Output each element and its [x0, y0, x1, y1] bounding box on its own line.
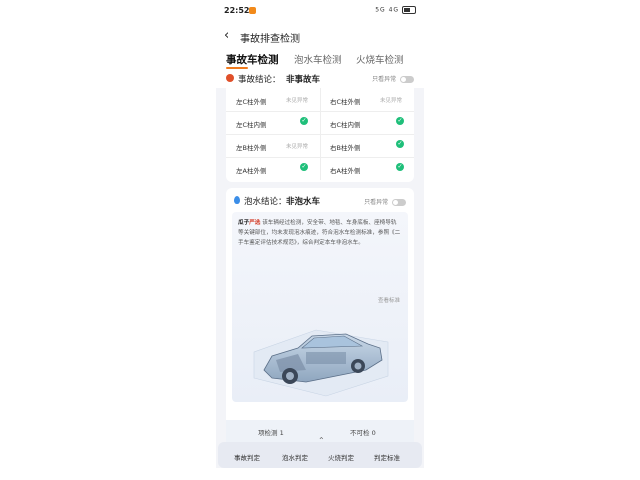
flood-filter-toggle[interactable] [392, 199, 406, 206]
accident-check-grid: 左C柱外侧 未见异常 右C柱外侧 未见异常 左C柱内侧 ✓ 右C柱内侧 ✓ 左B… [226, 88, 414, 182]
check-ok-icon: ✓ [396, 163, 404, 171]
grid-divider [320, 134, 321, 157]
notification-icon [249, 7, 256, 14]
flood-description-text: 该车辆经过检测，安全带、地毯、车身底板、座椅导轨等关键部位，均未发现泡水痕迹，符… [238, 220, 401, 246]
page-title: 事故排查检测 [240, 34, 300, 45]
flood-filter: 只看异常 [364, 197, 406, 206]
check-item-status: 未见异常 [380, 98, 403, 104]
water-drop-icon [234, 196, 240, 204]
check-item-label: 右C柱外侧 [330, 98, 361, 106]
flood-conclusion-card: 泡水结论： 非泡水车 只看异常 瓜子严选 该车辆经过检测，安全带、地毯、车身底板… [226, 188, 414, 438]
accident-conclusion-value: 非事故车 [286, 75, 321, 85]
nav-flood-judgement[interactable]: 泡水判定 [282, 452, 308, 462]
accident-conclusion-header: 事故结论： 非事故车 只看异常 [216, 70, 424, 88]
check-item-label: 左A柱外侧 [236, 167, 267, 175]
check-row: 左A柱外侧 ✓ 右A柱外侧 ✓ [226, 157, 414, 180]
nav-fire-judgement[interactable]: 火烧判定 [328, 452, 354, 462]
flood-description: 瓜子严选 该车辆经过检测，安全带、地毯、车身底板、座椅导轨等关键部位，均未发现泡… [238, 218, 402, 248]
check-item-status: 未见异常 [286, 98, 309, 104]
check-ok-icon: ✓ [300, 163, 308, 171]
check-item-status: 未见异常 [286, 144, 309, 150]
grid-divider [320, 111, 321, 134]
network-label: 5G 4G [375, 6, 400, 14]
check-item-label: 右B柱外侧 [330, 144, 361, 152]
tab-bar: 事故车检测 泡水车检测 火烧车检测 [216, 48, 424, 70]
uncheckable-count: 不可检 0 [350, 429, 376, 437]
chevron-up-icon[interactable]: ⌃ [318, 436, 325, 445]
flood-description-box: 瓜子严选 该车辆经过检测，安全带、地毯、车身底板、座椅导轨等关键部位，均未发现泡… [232, 212, 408, 402]
grid-divider [320, 88, 321, 111]
car-xray-illustration [253, 329, 389, 397]
bottom-nav: ⌃ 事故判定 泡水判定 火烧判定 判定标准 [218, 436, 422, 468]
tab-flood[interactable]: 泡水车检测 [294, 52, 342, 66]
check-item-label: 左C柱外侧 [236, 98, 267, 106]
accident-filter-label: 只看异常 [372, 76, 397, 83]
nav-accident-judgement[interactable]: 事故判定 [234, 452, 260, 462]
check-item-label: 右A柱外侧 [330, 167, 361, 175]
accident-filter: 只看异常 [372, 74, 414, 83]
back-arrow-icon[interactable]: ‹ [224, 28, 229, 43]
check-item-label: 左C柱内侧 [236, 121, 267, 129]
checked-count: 项检测 1 [258, 429, 284, 437]
check-item-label: 左B柱外侧 [236, 144, 267, 152]
check-ok-icon: ✓ [396, 140, 404, 148]
accident-icon [226, 74, 234, 82]
phone-screen: 22:52 5G 4G ‹ 事故排查检测 事故车检测 泡水车检测 火烧车检测 事… [216, 0, 424, 480]
brand-suffix: 严选 [249, 220, 261, 226]
tab-accident[interactable]: 事故车检测 [226, 52, 279, 67]
brand-name: 瓜子 [238, 220, 250, 226]
status-icons: 5G 4G [375, 6, 416, 14]
grid-divider [320, 157, 321, 180]
flood-conclusion-value: 非泡水车 [286, 197, 321, 207]
check-item-label: 右C柱内侧 [330, 121, 361, 129]
battery-icon [402, 6, 416, 14]
accident-filter-toggle[interactable] [400, 76, 414, 83]
active-tab-indicator [226, 67, 248, 69]
flood-conclusion-label: 泡水结论： [244, 197, 287, 207]
status-bar: 22:52 5G 4G [216, 0, 424, 22]
tab-fire[interactable]: 火烧车检测 [356, 52, 404, 66]
check-row: 左B柱外侧 未见异常 右B柱外侧 ✓ [226, 134, 414, 158]
accident-conclusion-label: 事故结论： [238, 75, 281, 85]
title-bar: ‹ 事故排查检测 [216, 22, 424, 48]
view-standard-link[interactable]: 查看标准 [378, 296, 400, 304]
check-ok-icon: ✓ [396, 117, 404, 125]
flood-filter-label: 只看异常 [364, 199, 389, 206]
status-time: 22:52 [224, 6, 250, 15]
nav-judgement-standard[interactable]: 判定标准 [374, 452, 400, 462]
check-ok-icon: ✓ [300, 117, 308, 125]
check-row: 左C柱外侧 未见异常 右C柱外侧 未见异常 [226, 88, 414, 112]
check-row: 左C柱内侧 ✓ 右C柱内侧 ✓ [226, 111, 414, 135]
home-indicator-area [216, 468, 424, 480]
